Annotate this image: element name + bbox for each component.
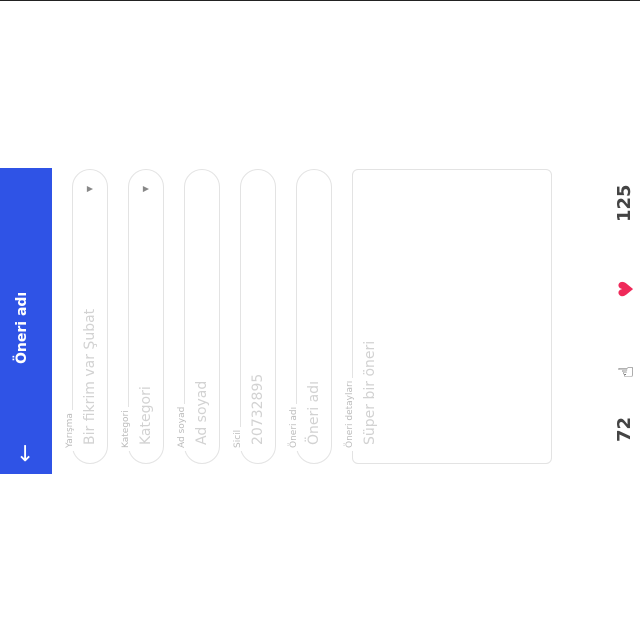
stats-bar: 72 ☝ ♥ 125 [610,168,640,474]
details-textarea[interactable]: Öneri detayları Süper bir öneri [345,169,552,464]
heart-icon[interactable]: ♥ [614,280,638,298]
likes-count: 125 [614,184,635,222]
competition-label: Yarışma [65,410,75,451]
views-count: 72 [614,416,635,442]
rotated-app-view: ← Öneri adı Yarışma Bir fikrim var Şubat… [0,0,640,474]
name-field[interactable]: Ad soyad Ad soyad [177,169,220,464]
registry-value: 20732895 [250,373,266,445]
suggestion-name-label: Öneri adı [289,403,299,451]
name-label: Ad soyad [177,403,187,451]
registry-field[interactable]: Sicil 20732895 [233,169,276,464]
registry-label: Sicil [233,426,243,451]
page-title: Öneri adı [14,291,30,364]
caret-down-icon: ▼ [141,186,150,193]
details-placeholder: Süper bir öneri [362,340,378,445]
suggestion-name-field[interactable]: Öneri adı Öneri adı [289,169,332,464]
category-select[interactable]: Kategori Kategori ▼ [121,169,164,464]
category-label: Kategori [121,407,131,451]
competition-select[interactable]: Yarışma Bir fikrim var Şubat ▼ [65,169,108,464]
competition-value: Bir fikrim var Şubat [82,308,98,445]
arrow-left-icon[interactable]: ← [13,440,39,466]
category-value: Kategori [138,386,154,445]
details-label: Öneri detayları [345,377,355,451]
app-header: ← Öneri adı [0,168,52,474]
caret-down-icon: ▼ [85,186,94,193]
name-value: Ad soyad [194,380,210,445]
suggestion-name-value: Öneri adı [306,381,322,445]
hand-pointer-icon[interactable]: ☝ [614,366,638,378]
